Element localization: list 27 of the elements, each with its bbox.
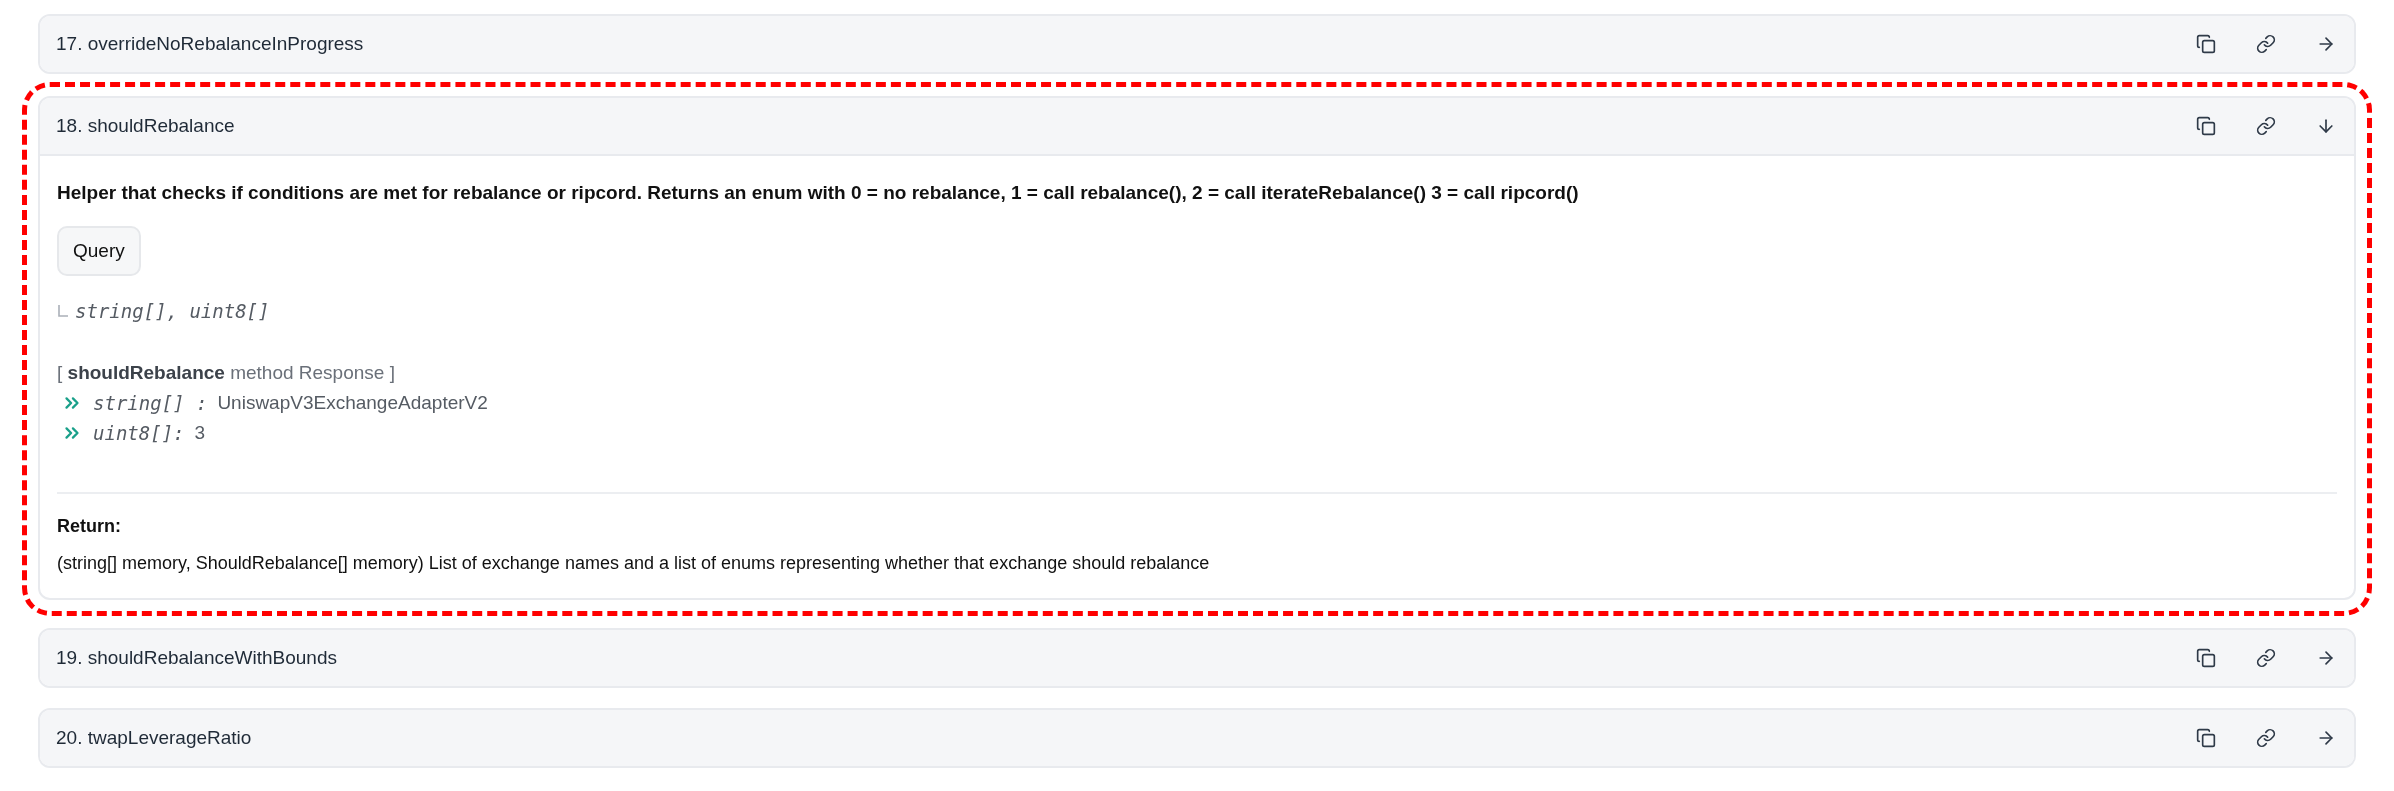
link-icon[interactable]	[2254, 726, 2278, 750]
copy-icon[interactable]	[2194, 114, 2218, 138]
function-header[interactable]: 20. twapLeverageRatio	[40, 710, 2354, 766]
function-title: 19. shouldRebalanceWithBounds	[56, 647, 338, 669]
function-title: 20. twapLeverageRatio	[56, 727, 253, 749]
copy-icon[interactable]	[2194, 726, 2218, 750]
function-description: Helper that checks if conditions are met for rebalance or ripcord. Returns an enum with 0 = no rebalance, 1 = call rebalance(), 2 = call iterateRebalance() 3 = call ripcord()	[57, 182, 1580, 204]
response-value: UniswapV3ExchangeAdapterV2	[217, 392, 488, 414]
output-types: string[], uint8[]	[75, 300, 270, 322]
function-title: 17. overrideNoRebalanceInProgress	[56, 33, 365, 55]
response-type: string[] :	[93, 392, 208, 414]
query-button[interactable]: Query	[57, 226, 141, 276]
return-label: Return:	[57, 516, 122, 537]
copy-icon[interactable]	[2194, 32, 2218, 56]
return-text: (string[] memory, ShouldRebalance[] memory) List of exchange names and a list of enums representing whether that exchange should rebalance	[57, 553, 1211, 574]
copy-icon[interactable]	[2194, 646, 2218, 670]
function-header[interactable]: 18. shouldRebalance	[40, 98, 2354, 156]
corner-icon	[57, 304, 69, 318]
function-header[interactable]: 17. overrideNoRebalanceInProgress	[40, 16, 2354, 72]
link-icon[interactable]	[2254, 114, 2278, 138]
response-value: 3	[194, 422, 206, 444]
link-icon[interactable]	[2254, 32, 2278, 56]
function-header[interactable]: 19. shouldRebalanceWithBounds	[40, 630, 2354, 686]
function-title: 18. shouldRebalance	[56, 115, 236, 137]
response-header: [ shouldRebalance method Response ]	[57, 362, 396, 384]
response-type: uint8[]:	[93, 422, 185, 444]
link-icon[interactable]	[2254, 646, 2278, 670]
